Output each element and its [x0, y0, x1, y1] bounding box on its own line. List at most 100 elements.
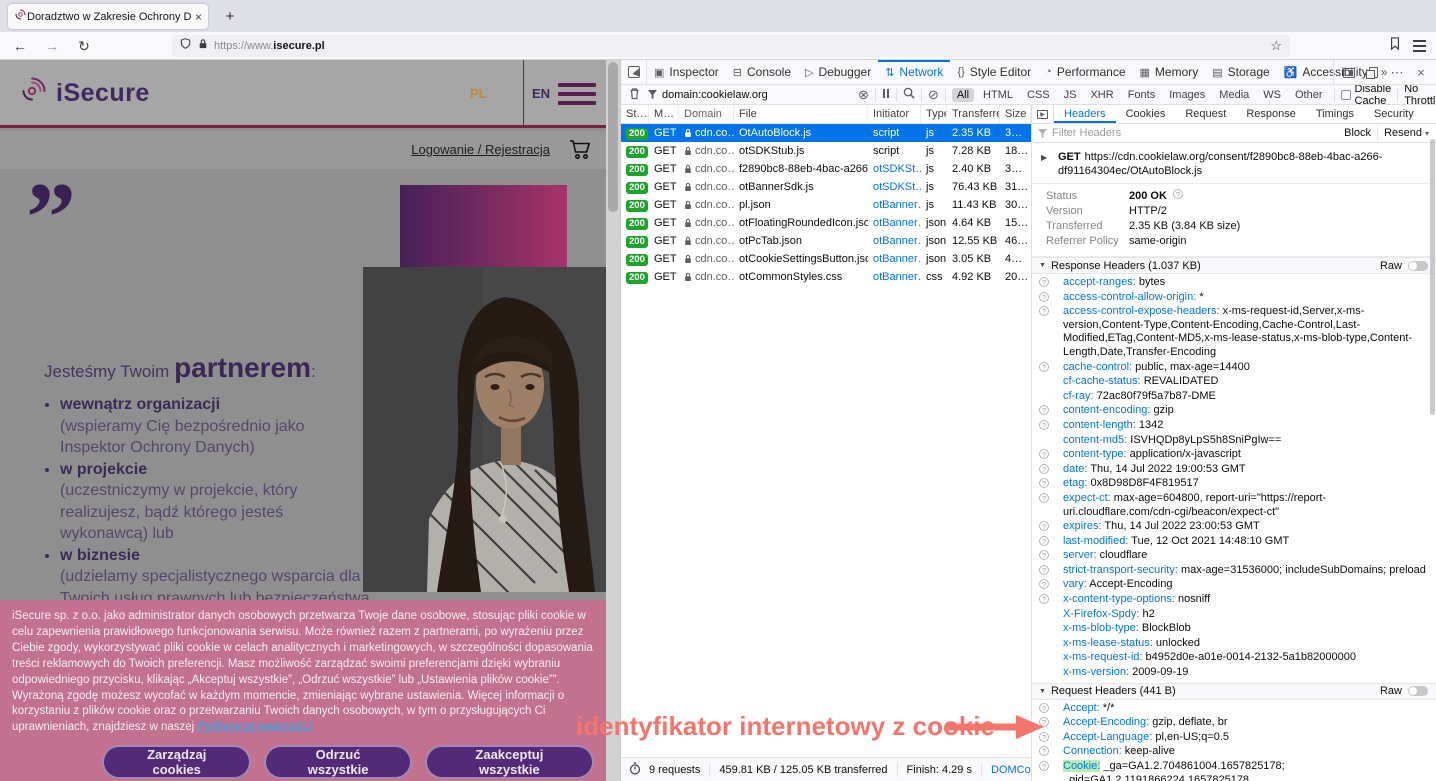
column-header-st[interactable]: St…	[621, 105, 649, 123]
request-url-line[interactable]: ▶ GEThttps://cdn.cookielaw.org/consent/f…	[1032, 144, 1436, 184]
help-icon[interactable]: ?	[1039, 362, 1049, 372]
header-row[interactable]: ?Cookie: _ga=GA1.2.704861004.1657825178;…	[1032, 760, 1436, 781]
column-header-type[interactable]: Type	[921, 105, 947, 123]
header-row[interactable]: ?etag: 0x8D98D8F4F819517	[1032, 477, 1436, 492]
header-row[interactable]: ?last-modified: Tue, 12 Oct 2021 14:48:1…	[1032, 535, 1436, 550]
header-row[interactable]: ?access-control-allow-origin: *	[1032, 291, 1436, 306]
type-filter-all[interactable]: All	[952, 88, 974, 102]
privacy-policy-link[interactable]: Polityce prywatności	[197, 721, 311, 733]
page-scrollbar-thumb[interactable]	[608, 62, 618, 212]
help-icon[interactable]: ?	[1039, 536, 1049, 546]
search-icon[interactable]	[903, 87, 915, 102]
type-filter-ws[interactable]: WS	[1258, 88, 1286, 102]
table-row[interactable]: 200GETcdn.co…otPcTab.jsonotBanner…json12…	[621, 232, 1031, 250]
pause-traffic-icon[interactable]	[882, 89, 890, 101]
details-tab-request[interactable]: Request	[1175, 105, 1236, 123]
header-row[interactable]: content-md5: ISVHQDp8yLpS5h8SniPgIw==	[1032, 434, 1436, 449]
cookie-button-odrzu-wszystkie[interactable]: Odrzuć wszystkie	[264, 745, 411, 779]
help-icon[interactable]: ?	[1039, 464, 1049, 474]
header-row[interactable]: ?strict-transport-security: max-age=3153…	[1032, 564, 1436, 579]
login-register-link[interactable]: Logowanie / Rejestracja	[411, 142, 550, 157]
devtools-tab-performance[interactable]: ◔Performance	[1038, 60, 1132, 84]
help-icon[interactable]: ?	[1039, 550, 1049, 560]
header-row[interactable]: ?access-control-expose-headers: x-ms-req…	[1032, 305, 1436, 360]
initiator-cell[interactable]: otBanner…	[868, 214, 921, 232]
block-url-button[interactable]: Block	[1344, 127, 1371, 139]
devtools-tab-console[interactable]: ⊟Console	[726, 60, 798, 84]
dock-side-button[interactable]	[1338, 63, 1360, 83]
table-row[interactable]: 200GETcdn.co…otFloatingRoundedIcon.jsono…	[621, 214, 1031, 232]
bookmark-star-icon[interactable]: ☆	[1270, 38, 1282, 54]
headers-scroll-area[interactable]: ▶ GEThttps://cdn.cookielaw.org/consent/f…	[1032, 144, 1436, 781]
lock-icon[interactable]	[198, 37, 208, 55]
initiator-cell[interactable]: otBanner…	[868, 250, 921, 268]
type-filter-html[interactable]: HTML	[978, 88, 1018, 102]
raw-toggle[interactable]	[1408, 686, 1428, 696]
back-button[interactable]: ←	[10, 37, 30, 55]
raw-toggle[interactable]	[1408, 261, 1428, 271]
site-menu-icon[interactable]	[558, 83, 596, 110]
column-header-file[interactable]: File	[734, 105, 868, 123]
header-row[interactable]: ?cache-control: public, max-age=14400	[1032, 361, 1436, 376]
details-tab-cookies[interactable]: Cookies	[1116, 105, 1176, 123]
initiator-cell[interactable]: otSDKSt…	[868, 178, 921, 196]
help-icon[interactable]: ?	[1039, 579, 1049, 589]
column-header-domain[interactable]: Domain	[679, 105, 734, 123]
request-headers-section[interactable]: ▼ Request Headers (441 B) Raw	[1032, 683, 1436, 700]
response-headers-section[interactable]: ▼ Response Headers (1.037 KB) Raw	[1032, 257, 1436, 274]
header-row[interactable]: ?expect-ct: max-age=604800, report-uri="…	[1032, 492, 1436, 520]
clear-filter-icon[interactable]: ⊗	[858, 87, 869, 103]
help-icon[interactable]: ?	[1173, 189, 1183, 199]
details-tab-timings[interactable]: Timings	[1306, 105, 1364, 123]
header-row[interactable]: x-ms-version: 2009-09-19	[1032, 666, 1436, 681]
url-text[interactable]: https://www.isecure.pl	[214, 40, 1270, 52]
block-requests-icon[interactable]: ⊘	[928, 87, 939, 103]
type-filter-xhr[interactable]: XHR	[1085, 88, 1118, 102]
help-icon[interactable]: ?	[1039, 306, 1049, 316]
help-icon[interactable]: ?	[1039, 703, 1049, 713]
header-row[interactable]: ?Connection: keep-alive	[1032, 745, 1436, 760]
tracking-shield-icon[interactable]	[180, 37, 191, 55]
type-filter-fonts[interactable]: Fonts	[1123, 88, 1161, 102]
column-header-initiator[interactable]: Initiator	[868, 105, 921, 123]
header-row[interactable]: ?Accept: */*	[1032, 702, 1436, 717]
cookie-button-zaakceptuj-wszystkie[interactable]: Zaakceptuj wszystkie	[425, 745, 594, 779]
type-filter-css[interactable]: CSS	[1022, 88, 1055, 102]
initiator-cell[interactable]: otSDKSt…	[868, 160, 921, 178]
help-icon[interactable]: ?	[1039, 405, 1049, 415]
browser-menu-icon[interactable]	[1413, 40, 1426, 52]
type-filter-other[interactable]: Other	[1290, 88, 1328, 102]
header-row[interactable]: x-ms-blob-type: BlockBlob	[1032, 622, 1436, 637]
lang-pl-button[interactable]: PL	[470, 86, 487, 101]
disable-cache-checkbox[interactable]	[1341, 90, 1351, 100]
help-icon[interactable]: ?	[1039, 292, 1049, 302]
help-icon[interactable]: ?	[1039, 761, 1049, 771]
type-filter-media[interactable]: Media	[1214, 88, 1254, 102]
header-row[interactable]: ?content-encoding: gzip	[1032, 404, 1436, 419]
reload-button[interactable]: ↻	[74, 37, 94, 55]
resend-button[interactable]: Resend▾	[1384, 127, 1429, 139]
devtools-tab-memory[interactable]: ▦Memory	[1133, 60, 1206, 84]
devtools-tab-storage[interactable]: ▤Storage	[1205, 60, 1276, 84]
cart-icon[interactable]	[568, 138, 592, 165]
pick-element-button[interactable]	[621, 60, 647, 84]
url-filter-input[interactable]: domain:cookielaw.org	[648, 89, 858, 101]
header-row[interactable]: ?Accept-Encoding: gzip, deflate, br	[1032, 716, 1436, 731]
column-header-m[interactable]: M…	[649, 105, 679, 123]
initiator-cell[interactable]: otBanner…	[868, 232, 921, 250]
devtools-tab-network[interactable]: ⇅Network	[878, 60, 950, 84]
help-icon[interactable]: ?	[1039, 565, 1049, 575]
details-tab-security[interactable]: Security	[1364, 105, 1424, 123]
tab-close-icon[interactable]: ×	[195, 10, 202, 24]
type-filter-js[interactable]: JS	[1059, 88, 1082, 102]
table-row[interactable]: 200GETcdn.co…otSDKStub.jsscriptjs7.28 KB…	[621, 142, 1031, 160]
header-row[interactable]: ?content-length: 1342	[1032, 419, 1436, 434]
header-row[interactable]: x-ms-request-id: b4952d0e-a01e-0014-2132…	[1032, 651, 1436, 666]
table-row[interactable]: 200GETcdn.co…OtAutoBlock.jsscriptjs2.35 …	[621, 124, 1031, 142]
devtools-tab-inspector[interactable]: ▣Inspector	[647, 60, 726, 84]
header-row[interactable]: x-ms-lease-status: unlocked	[1032, 637, 1436, 652]
devtools-tab-debugger[interactable]: ▷Debugger	[798, 60, 878, 84]
help-icon[interactable]: ?	[1039, 420, 1049, 430]
help-icon[interactable]: ?	[1039, 478, 1049, 488]
help-icon[interactable]: ?	[1039, 449, 1049, 459]
